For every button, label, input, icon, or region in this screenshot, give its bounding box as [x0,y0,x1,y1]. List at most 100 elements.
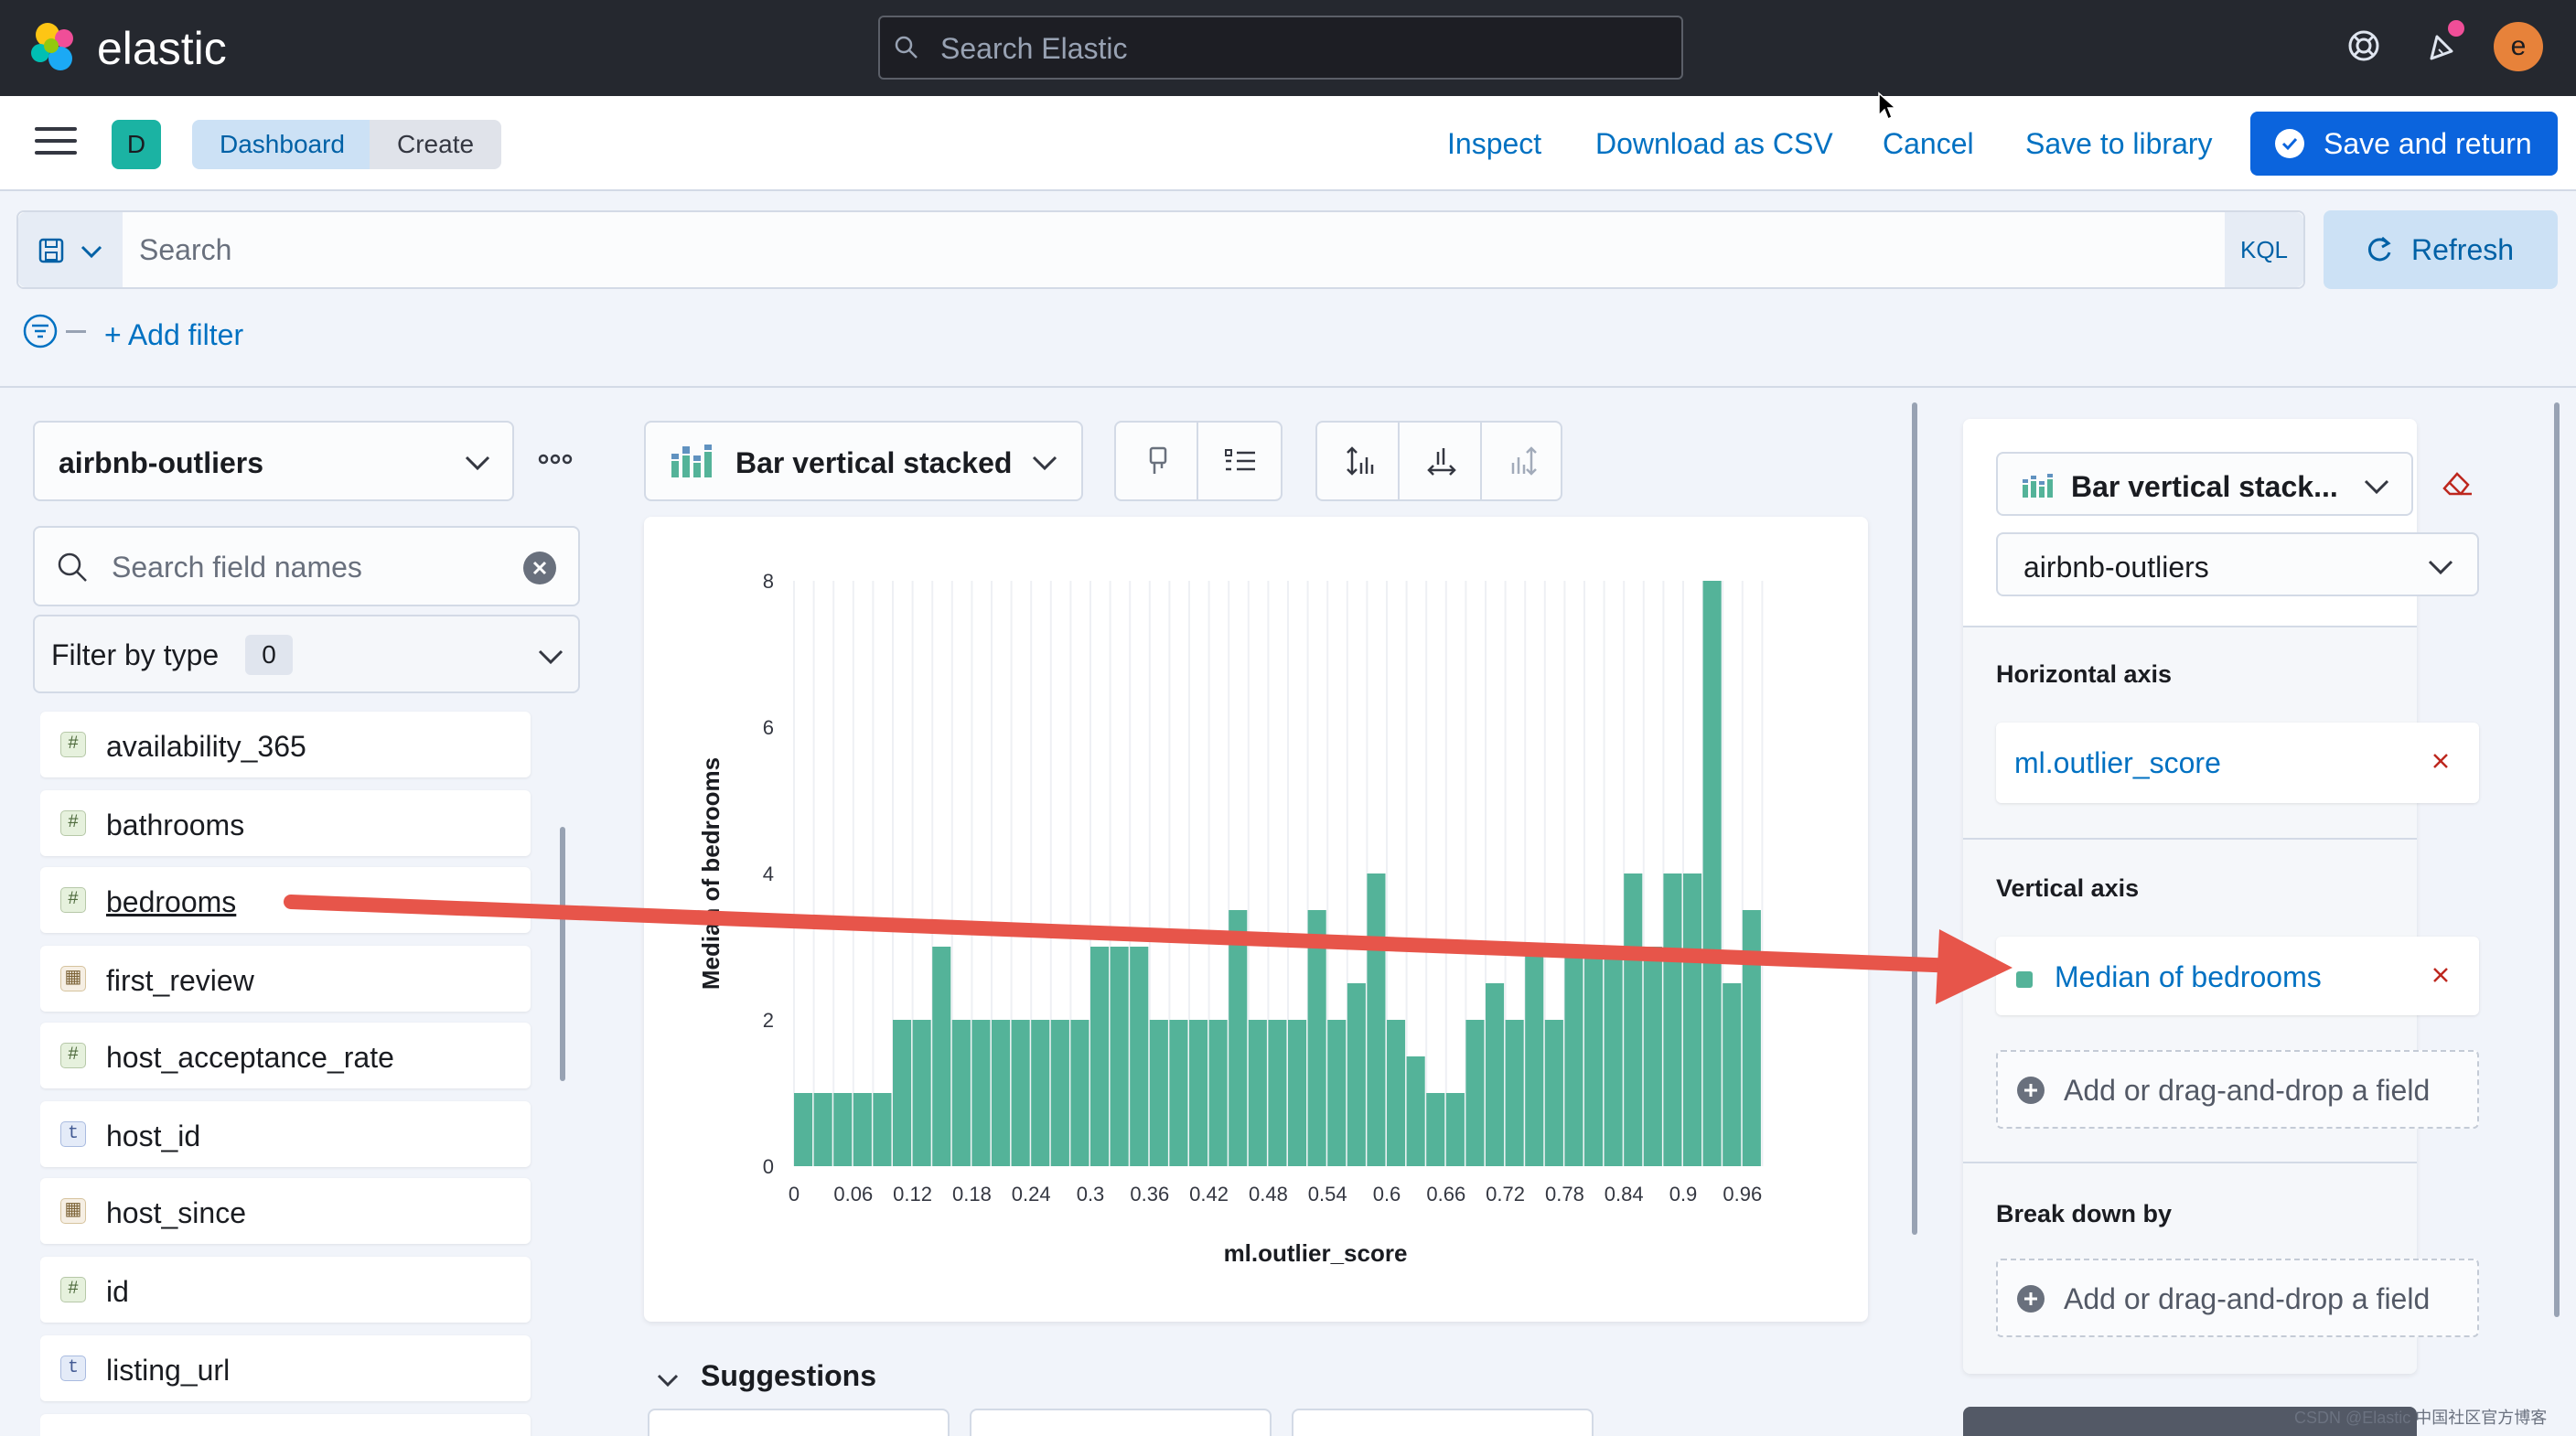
layer-chart-type-switcher[interactable]: Bar vertical stack... [1996,452,2413,516]
chart-bar[interactable] [1465,1020,1485,1166]
chart-bar[interactable] [1486,983,1505,1166]
suggestion-card[interactable] [648,1409,950,1436]
chart-bar[interactable] [1544,1020,1563,1166]
chart-bar[interactable] [1604,947,1623,1166]
field-item-availability-365[interactable]: # availability_365 [40,712,531,777]
more-options-icon[interactable] [538,452,573,466]
suggestion-card[interactable] [970,1409,1272,1436]
chart-bar[interactable] [813,1093,832,1166]
chart-bar[interactable] [1090,947,1110,1166]
field-search[interactable] [33,526,580,606]
chart-bar[interactable] [992,1020,1011,1166]
config-scrollbar[interactable] [2554,402,2560,1317]
horizontal-axis-dimension[interactable]: ml.outlier_score [1996,723,2479,803]
bottom-axis-button[interactable] [1400,423,1482,499]
horizontal-axis-field[interactable]: ml.outlier_score [2014,746,2221,780]
field-item-bedrooms[interactable]: # bedrooms [40,867,531,933]
cancel-link[interactable]: Cancel [1883,127,1974,161]
chart-bar[interactable] [794,1093,813,1166]
vertical-axis-field[interactable]: Median of bedrooms [2055,960,2322,994]
chart-bar[interactable] [1367,873,1386,1166]
chart-bar[interactable] [1307,910,1326,1166]
field-item-bathrooms[interactable]: # bathrooms [40,790,531,856]
chart-bar[interactable] [1149,1020,1168,1166]
field-item-host-id[interactable]: t host_id [40,1101,531,1167]
chart-bar[interactable] [1683,873,1702,1166]
chart-bar[interactable] [912,1020,931,1166]
chart-bar[interactable] [1584,947,1604,1166]
breadcrumb-dashboard[interactable]: Dashboard [192,120,372,169]
help-icon[interactable] [2340,22,2388,70]
chart-bar[interactable] [1011,1020,1030,1166]
chart-bar[interactable] [951,1020,971,1166]
visual-options-button[interactable] [1116,423,1198,499]
chart-bar[interactable] [1110,947,1129,1166]
chart-bar[interactable] [1426,1093,1445,1166]
legend-button[interactable] [1198,423,1281,499]
remove-icon[interactable] [2430,750,2452,772]
inspect-link[interactable]: Inspect [1447,127,1541,161]
chart-bar[interactable] [873,1093,892,1166]
layer-data-view-picker[interactable]: airbnb-outliers [1996,532,2479,596]
break-down-add-field[interactable]: Add or drag-and-drop a field [1996,1259,2479,1337]
chart-bar[interactable] [1229,910,1248,1166]
chart-bar[interactable] [1723,983,1742,1166]
chart-bar[interactable] [893,1020,912,1166]
chart-bar[interactable] [1288,1020,1307,1166]
elastic-logo-icon[interactable] [27,20,80,73]
chart-bar[interactable] [1702,581,1722,1166]
vertical-axis-add-field[interactable]: Add or drag-and-drop a field [1996,1050,2479,1129]
remove-icon[interactable] [2430,964,2452,986]
hamburger-menu-icon[interactable] [35,127,77,160]
add-filter-button[interactable]: + Add filter [104,318,243,352]
field-item-partial[interactable] [40,1414,531,1436]
chart-bar[interactable] [971,1020,991,1166]
save-and-return-button[interactable]: Save and return [2250,112,2558,176]
chart-bar[interactable] [1347,983,1366,1166]
chart-bar[interactable] [1248,1020,1267,1166]
series-color-swatch[interactable] [2016,971,2033,988]
eraser-icon[interactable] [2441,468,2474,498]
field-item-host-since[interactable]: ▦ host_since [40,1178,531,1244]
filter-menu-icon[interactable] [22,313,59,349]
query-input[interactable] [139,230,2152,269]
chart-bar[interactable] [1624,873,1643,1166]
space-avatar[interactable]: D [112,120,161,169]
field-search-input[interactable] [112,548,514,586]
query-language-toggle[interactable]: KQL [2225,212,2303,287]
download-csv-link[interactable]: Download as CSV [1595,127,1833,161]
field-list-scrollbar[interactable] [560,827,565,1081]
suggestions-title[interactable]: Suggestions [701,1359,876,1393]
chart-bar[interactable] [1387,1020,1406,1166]
field-item-first-review[interactable]: ▦ first_review [40,946,531,1012]
chart-bar[interactable] [1643,947,1662,1166]
chart-bar[interactable] [1208,1020,1228,1166]
chart-bar[interactable] [1525,947,1544,1166]
chart-bar[interactable] [1189,1020,1208,1166]
vertical-axis-dimension[interactable]: Median of bedrooms [1996,937,2479,1015]
chart-bar[interactable] [1031,1020,1050,1166]
chart-bar[interactable] [1663,873,1682,1166]
suggestion-card[interactable] [1292,1409,1594,1436]
left-axis-button[interactable] [1317,423,1400,499]
field-item-listing-url[interactable]: t listing_url [40,1335,531,1401]
user-avatar[interactable]: e [2494,22,2543,71]
chart-bar[interactable] [1406,1056,1425,1166]
workspace-scrollbar[interactable] [1912,402,1917,1235]
chevron-down-icon[interactable] [655,1372,681,1388]
brand-name[interactable]: elastic [97,22,227,75]
chart-bar[interactable] [1564,947,1583,1166]
chart-bar[interactable] [1445,1093,1465,1166]
clear-search-icon[interactable] [523,552,556,584]
chart-bar[interactable] [1268,1020,1287,1166]
chart-bar[interactable] [1169,1020,1188,1166]
chart-bar[interactable] [853,1093,872,1166]
field-item-host-acceptance-rate[interactable]: # host_acceptance_rate [40,1023,531,1088]
save-to-library-link[interactable]: Save to library [2025,127,2213,161]
chart-bar[interactable] [833,1093,853,1166]
chart-bar[interactable] [1070,1020,1089,1166]
global-search[interactable] [878,16,1683,80]
saved-query-menu[interactable] [18,212,123,287]
data-view-picker[interactable]: airbnb-outliers [33,421,514,501]
chart-bar[interactable] [932,947,951,1166]
